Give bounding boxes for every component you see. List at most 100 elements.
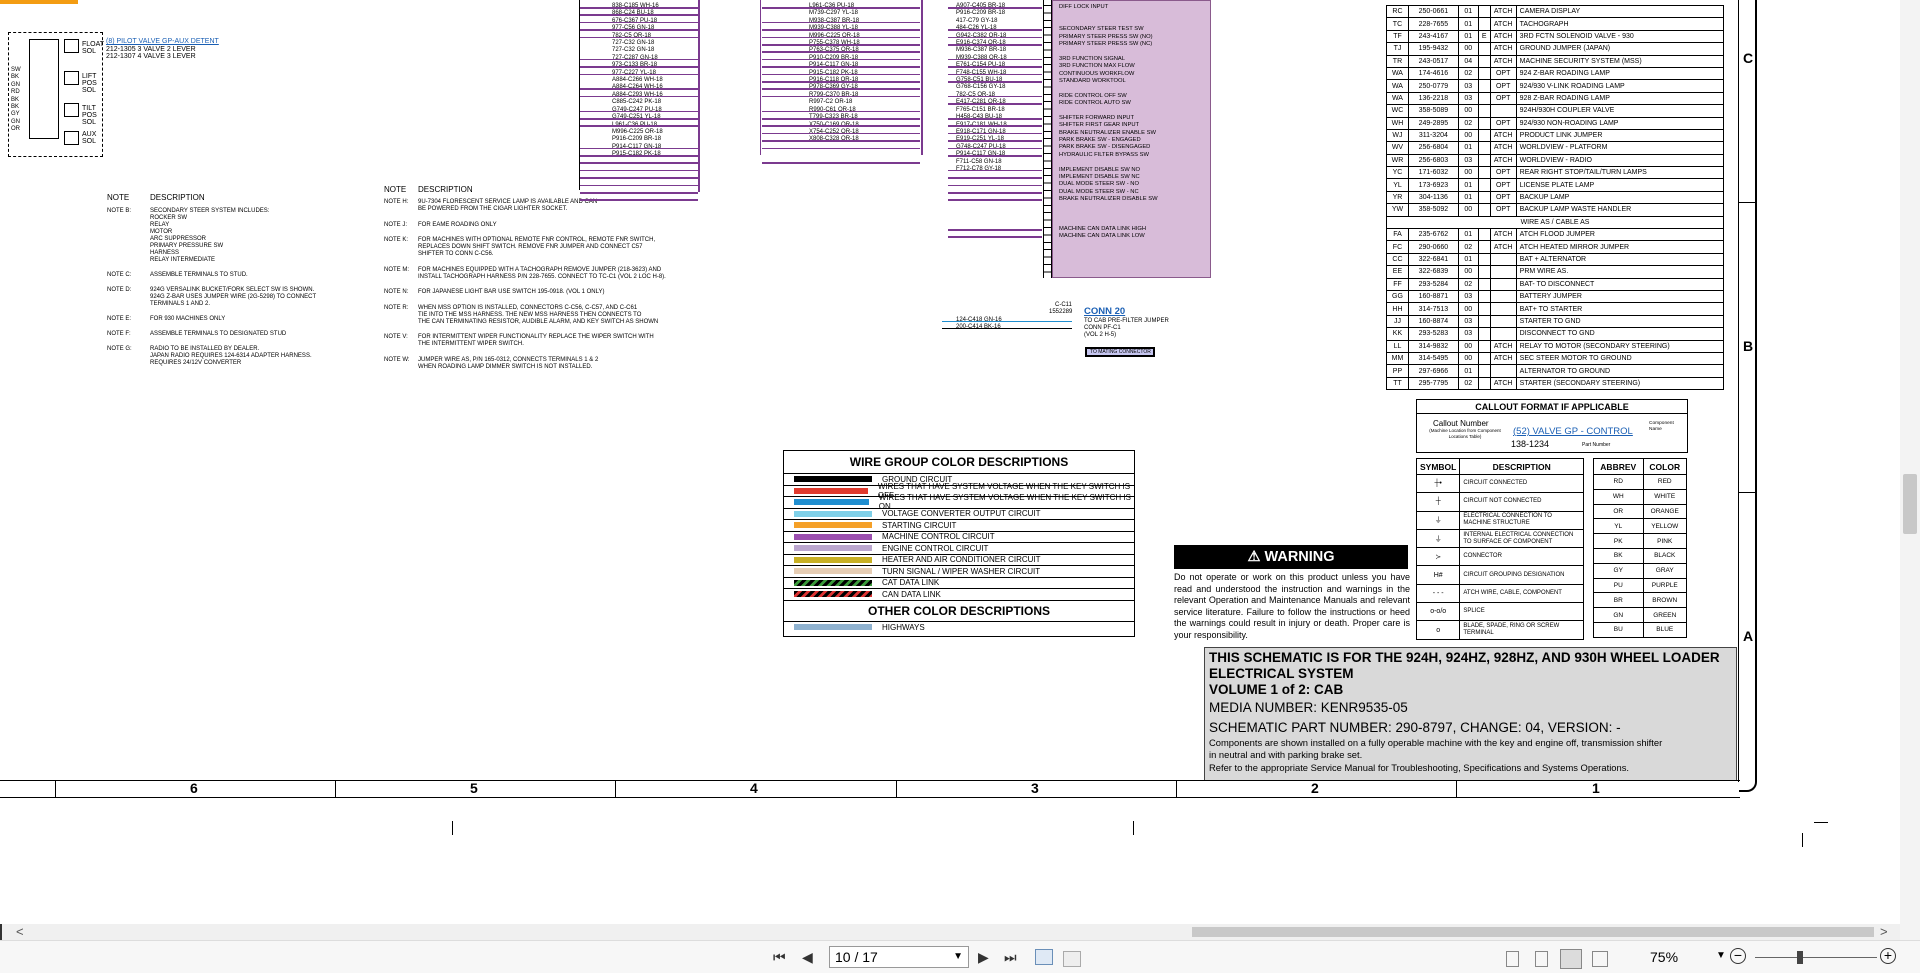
table-cell: BAT+ TO STARTER (1515, 302, 1725, 316)
table-cell: 160-8871 (1407, 289, 1459, 304)
table-cell: MACHINE SECURITY SYSTEM (MSS) (1515, 54, 1725, 68)
snapshot-icon[interactable] (1063, 951, 1081, 967)
table-cell: 322-6841 (1407, 252, 1459, 267)
ecm-pin-label: MACHINE CAN DATA LINK HIGH (1059, 225, 1147, 232)
zoom-level[interactable]: 75% (1650, 949, 1678, 965)
table-cell: 243-0517 (1407, 54, 1459, 68)
connector-pin-strip (1043, 0, 1052, 278)
callout-example-link[interactable]: (52) VALVE GP - CONTROL (1513, 426, 1633, 437)
abbrev-legend-row: GN GREEN (1593, 607, 1687, 623)
callout-number-sub: (Machine Location from Component Locatio… (1429, 428, 1501, 439)
ecm-pin-labels: DIFF LOCK INPUT SECONDARY STEER TEST SW PR… (1059, 4, 1158, 241)
zoom-out-icon[interactable]: − (1730, 948, 1746, 964)
horizontal-scroll-thumb[interactable] (1192, 927, 1874, 937)
table-row: RC 250-0661 01 ATCH CAMERA DISPLAY (1386, 4, 1725, 19)
table-cell: ATCH (1489, 141, 1517, 155)
table-row: LL 314-9832 00 ATCH RELAY TO MOTOR (SECONDAR… (1386, 339, 1725, 353)
table-cell: WA (1386, 66, 1409, 81)
note-text: BE POWERED FROM THE CIGAR LIGHTER SOCKET… (418, 206, 568, 212)
abbrev-color: GREEN (1642, 607, 1687, 623)
note-text: 9U-7304 FLORESCENT SERVICE LAMP IS AVAIL… (418, 199, 598, 205)
abbrev-color: ORANGE (1642, 503, 1687, 520)
next-page-icon[interactable]: ▶ (978, 949, 989, 966)
continuous-view-icon[interactable] (1535, 951, 1548, 967)
table-cell: ATCH HEATED MIRROR JUMPER (1515, 240, 1725, 254)
wire-label: M996-C225 OR-18 (612, 128, 663, 135)
note-text: ARC SUPPRESSOR (150, 236, 207, 242)
table-cell: FA (1386, 228, 1409, 242)
table-cell: TJ (1386, 42, 1409, 56)
symbol-legend-row: ⏚ ELECTRICAL CONNECTION TO MACHINE STRUCT… (1415, 510, 1584, 530)
ecm-pin-label: RIDE CONTROL OFF SW (1059, 92, 1127, 99)
scroll-left-button[interactable]: < (16, 924, 24, 939)
table-cell: DISCONNECT TO GND (1515, 327, 1725, 341)
facing-view-icon[interactable] (1560, 949, 1582, 969)
scroll-right-button[interactable]: > (1880, 924, 1888, 939)
ecm-pin-label (1059, 211, 1158, 218)
table-cell: OPT (1489, 116, 1517, 130)
callout-title: CALLOUT FORMAT IF APPLICABLE (1417, 400, 1687, 414)
zoom-slider-track[interactable] (1755, 957, 1877, 958)
symbol-legend-row: o-o/o SPLICE (1415, 602, 1584, 622)
zoom-dropdown-icon[interactable]: ▼ (1716, 950, 1726, 961)
conn20-link[interactable]: CONN 20 (1084, 306, 1125, 317)
zone-label-b: B (1743, 338, 1754, 354)
table-cell (1477, 79, 1491, 93)
viewer-toolbar: ⏮ ◀ 10 / 17 ▼ ▶ ⏭ 75% ▼ − + (0, 940, 1920, 973)
zone-divider (1456, 780, 1457, 797)
table-cell: ATCH (1489, 29, 1517, 44)
table-cell: GG (1386, 289, 1409, 304)
color-swatch (794, 591, 872, 598)
table-cell: 02 (1457, 277, 1479, 292)
table-cell: 293-5283 (1407, 327, 1459, 341)
to-mating-connector-button[interactable]: TO MATING CONNECTOR (1085, 347, 1155, 357)
color-abbrev-legend: ABBREV COLOR RD RED WH WHITE OR ORANGE YL YELLOW P… (1593, 458, 1687, 638)
first-page-icon[interactable]: ⏮ (773, 949, 786, 966)
table-cell: 01 (1457, 252, 1479, 267)
table-cell: ATCH (1489, 4, 1517, 19)
table-cell: ATCH (1489, 153, 1517, 168)
wire-line (580, 125, 698, 127)
table-cell: ATCH (1489, 376, 1517, 391)
wire-line (948, 95, 1042, 98)
zone-divider (615, 780, 616, 797)
ecm-pin-label (1059, 204, 1158, 211)
last-page-icon[interactable]: ⏭ (1004, 949, 1017, 966)
wire-line (948, 199, 1042, 201)
symbol-legend-row: - - - ATCH WIRE, CABLE, COMPONENT (1415, 583, 1584, 604)
zoom-slider-handle[interactable] (1797, 951, 1803, 964)
table-cell: 03 (1457, 289, 1479, 304)
abbrev-legend-row: BK BLACK (1593, 547, 1687, 564)
zone-number: 5 (470, 780, 478, 796)
rotate-page-icon[interactable] (1035, 949, 1053, 965)
document-viewport[interactable]: FLOAT SOL LIFT POS SOL TILT POS SOL AUX … (0, 0, 1900, 915)
abbrev-code: PU (1593, 577, 1644, 594)
table-cell: ATCH (1489, 128, 1517, 143)
vertical-scrollbar[interactable] (1900, 0, 1920, 940)
table-cell (1477, 302, 1491, 316)
wire-line (580, 155, 698, 157)
horizontal-scrollbar[interactable]: < > (0, 924, 1900, 940)
pilot-valve-link[interactable]: (8) PILOT VALVE GP-AUX DETENT (106, 38, 219, 46)
previous-page-icon[interactable]: ◀ (802, 949, 813, 966)
note-text: TERMINALS 1 AND 2. (150, 301, 211, 307)
abbrev-legend-row: WH WHITE (1593, 488, 1687, 505)
single-page-view-icon[interactable] (1506, 951, 1519, 967)
note-text: THE INTERMITTENT WIPER SWITCH. (418, 341, 524, 347)
zone-number: 6 (190, 780, 198, 796)
table-row: WA 174-4616 02 OPT 924 Z-BAR ROADING LAMP (1386, 66, 1725, 81)
wire-col1-right-bus (698, 0, 700, 192)
ecm-pin-label: RIDE CONTROL AUTO SW (1059, 100, 1131, 107)
table-row: WV 256-6804 01 ATCH WORLDVIEW - PLATFORM (1386, 141, 1725, 155)
table-row: TR 243-0517 04 ATCH MACHINE SECURITY SYSTEM … (1386, 54, 1725, 68)
vertical-scroll-thumb[interactable] (1903, 474, 1917, 534)
table-row: FA 235-6762 01 ATCH ATCH FLOOD JUMPER (1386, 228, 1725, 242)
callout-component-label: Component Name (1649, 421, 1674, 432)
zoom-in-icon[interactable]: + (1880, 948, 1896, 964)
table-cell: 924/930 NON-ROADING LAMP (1515, 116, 1725, 130)
table-cell: 01 (1457, 190, 1479, 205)
continuous-facing-view-icon[interactable] (1592, 951, 1608, 967)
table-cell: BACKUP LAMP WASTE HANDLER (1515, 203, 1725, 217)
page-selector[interactable]: 10 / 17 ▼ (829, 946, 969, 968)
chevron-down-icon[interactable]: ▼ (953, 947, 963, 967)
